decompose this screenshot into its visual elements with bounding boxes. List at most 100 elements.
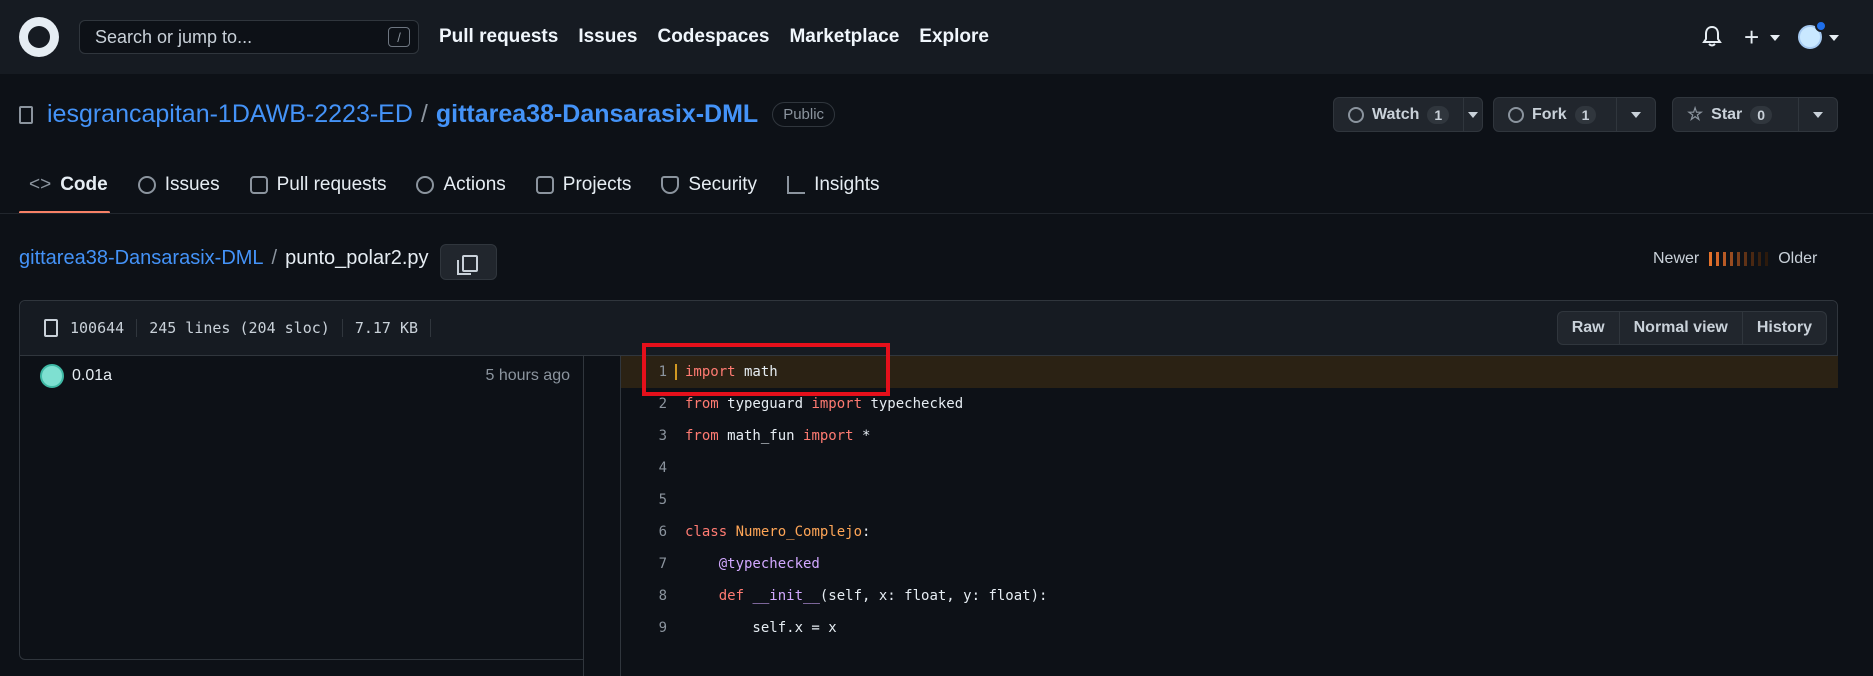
plus-icon[interactable]: + <box>1744 22 1759 53</box>
repo-tabs: <> Code Issues Pull requests Actions Pro… <box>19 170 900 200</box>
watch-button-group: Watch 1 <box>1333 97 1483 132</box>
tab-pull-requests[interactable]: Pull requests <box>240 170 397 200</box>
code-line[interactable]: 3 from math_fun import * <box>621 420 1838 452</box>
code-content: self.x = x <box>671 620 837 636</box>
highlight-annotation-box <box>642 343 890 396</box>
blame-age-bar <box>1716 252 1720 266</box>
tab-issues[interactable]: Issues <box>128 170 230 200</box>
line-number[interactable]: 8 <box>621 588 671 604</box>
table-icon <box>535 176 554 194</box>
repo-icon <box>19 105 33 124</box>
visibility-badge: Public <box>772 102 836 127</box>
watch-dropdown-button[interactable] <box>1464 98 1482 131</box>
class-name: Numero_Complejo <box>727 524 863 540</box>
history-button[interactable]: History <box>1743 312 1826 344</box>
nav-marketplace[interactable]: Marketplace <box>789 26 899 48</box>
tab-code[interactable]: <> Code <box>19 170 118 200</box>
bell-icon[interactable] <box>1702 25 1722 47</box>
tab-label: Projects <box>562 174 632 195</box>
blame-age-bar <box>1751 252 1755 266</box>
issue-icon <box>137 176 156 194</box>
code-token: (self, x: float, y: float): <box>819 588 1048 604</box>
line-number[interactable]: 2 <box>621 396 671 412</box>
line-number[interactable]: 7 <box>621 556 671 572</box>
blame-age-bar <box>1730 252 1734 266</box>
normal-view-button[interactable]: Normal view <box>1620 312 1743 344</box>
code-token: self.x = x <box>685 620 837 636</box>
blame-age-bars <box>1709 252 1769 266</box>
fork-dropdown-button[interactable] <box>1617 98 1655 131</box>
line-number[interactable]: 3 <box>621 428 671 444</box>
search-input[interactable]: Search or jump to... / <box>79 20 419 54</box>
star-dropdown-button[interactable] <box>1799 98 1837 131</box>
shield-icon <box>661 176 680 194</box>
keyword: import <box>803 428 854 444</box>
decorator: @typechecked <box>685 556 820 572</box>
repo-name-link[interactable]: gittarea38-Dansarasix-DML <box>436 100 758 129</box>
code-line[interactable]: 9 self.x = x <box>621 612 1838 644</box>
keyword: from <box>685 428 719 444</box>
function-name: __init__ <box>744 588 820 604</box>
file-size: 7.17 KB <box>343 319 432 337</box>
code-token: * <box>853 428 871 444</box>
chevron-down-icon[interactable] <box>1829 35 1839 41</box>
file-mode: 100644 <box>70 319 138 337</box>
code-line[interactable]: 8 def __init__(self, x: float, y: float)… <box>621 580 1838 612</box>
tab-label: Pull requests <box>276 174 387 195</box>
code-content: from math_fun import * <box>671 428 870 444</box>
line-number[interactable]: 5 <box>621 492 671 508</box>
blame-commit[interactable]: 0.01a 5 hours ago <box>40 364 570 388</box>
blame-age-bar <box>1758 252 1762 266</box>
file-box: 100644 245 lines (204 sloc) 7.17 KB Raw … <box>19 300 1839 676</box>
tab-label: Security <box>688 174 758 195</box>
tab-insights[interactable]: Insights <box>777 170 889 200</box>
top-header: Search or jump to... / Pull requests Iss… <box>0 0 1873 74</box>
view-button-group: Raw Normal view History <box>1556 311 1827 345</box>
blame-age-bar <box>1737 252 1741 266</box>
commit-message[interactable]: 0.01a <box>72 367 112 385</box>
code-line[interactable]: 6 class Numero_Complejo: <box>621 516 1838 548</box>
copy-path-button[interactable] <box>440 244 497 280</box>
chevron-down-icon[interactable] <box>1770 35 1780 41</box>
keyword: import <box>811 396 863 412</box>
code-line[interactable]: 5 <box>621 484 1838 516</box>
nav-pull-requests[interactable]: Pull requests <box>439 26 558 48</box>
line-number[interactable]: 9 <box>621 620 671 636</box>
nav-issues[interactable]: Issues <box>578 26 637 48</box>
fork-button[interactable]: Fork 1 <box>1494 98 1618 131</box>
breadcrumb: gittarea38-Dansarasix-DML / punto_polar2… <box>19 247 429 270</box>
code-token: typeguard <box>718 396 812 412</box>
nav-explore[interactable]: Explore <box>919 26 989 48</box>
nav-codespaces[interactable]: Codespaces <box>657 26 769 48</box>
breadcrumb-repo-link[interactable]: gittarea38-Dansarasix-DML <box>19 247 264 270</box>
line-number[interactable]: 4 <box>621 460 671 476</box>
github-logo-icon[interactable] <box>19 17 59 57</box>
keyword: class <box>685 524 728 540</box>
file-header: 100644 245 lines (204 sloc) 7.17 KB Raw … <box>20 301 1837 356</box>
avatar[interactable] <box>40 364 64 388</box>
star-count: 0 <box>1750 105 1773 124</box>
watch-button[interactable]: Watch 1 <box>1334 98 1465 131</box>
repo-owner-link[interactable]: iesgrancapitan-1DAWB-2223-ED <box>47 100 413 129</box>
keyword: from <box>685 396 719 412</box>
search-shortcut-key: / <box>388 27 410 47</box>
blame-age-bar <box>1709 252 1713 266</box>
fork-icon <box>1508 106 1524 123</box>
code-content: @typechecked <box>671 556 820 572</box>
tab-projects[interactable]: Projects <box>526 170 642 200</box>
raw-button[interactable]: Raw <box>1558 312 1620 344</box>
blame-older-label: Older <box>1778 250 1818 267</box>
file-lines: 245 lines (204 sloc) <box>137 319 343 337</box>
breadcrumb-file: punto_polar2.py <box>285 247 429 269</box>
code-line[interactable]: 7 @typechecked <box>621 548 1838 580</box>
fork-label: Fork <box>1532 105 1567 123</box>
line-number[interactable]: 6 <box>621 524 671 540</box>
tab-security[interactable]: Security <box>651 170 767 200</box>
code-line[interactable]: 4 <box>621 452 1838 484</box>
watch-label: Watch <box>1372 105 1420 123</box>
blame-newer-label: Newer <box>1653 250 1700 267</box>
tab-label: Code <box>60 174 108 195</box>
tab-actions[interactable]: Actions <box>406 170 515 200</box>
star-button[interactable]: ☆ Star 0 <box>1673 98 1800 131</box>
